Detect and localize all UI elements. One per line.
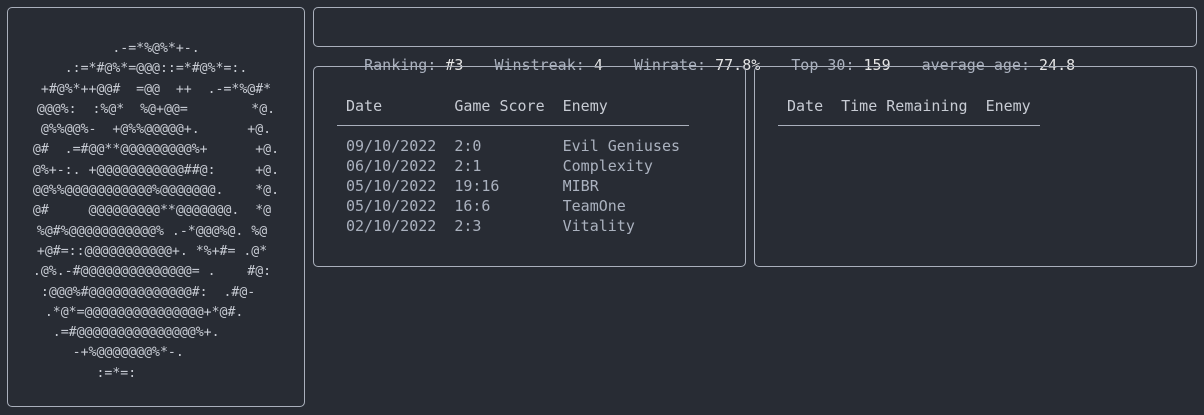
table-row: 05/10/2022 19:16 MIBR: [337, 176, 689, 196]
column-header-enemy: Enemy: [976, 97, 1040, 126]
cell-date: 09/10/2022: [346, 137, 437, 155]
column-header-date: Date: [337, 97, 446, 126]
team-logo-panel: .-=*%@%*+-. .:=*#@%*=@@@::=*#@%*=:. +#@%…: [7, 7, 305, 407]
results-body: 09/10/2022 2:0 Evil Geniuses 06/10/2022 2:1 C…: [337, 126, 689, 237]
ascii-team-logo: .-=*%@%*+-. .:=*#@%*=@@@::=*#@%*=:. +#@%…: [32, 41, 280, 381]
cell-enemy: Vitality: [562, 217, 635, 235]
table-row: 02/10/2022 2:3 Vitality: [337, 216, 689, 236]
table-header-row: Date Game Score Enemy: [337, 97, 690, 126]
table-row: 05/10/2022 16:6 TeamOne: [337, 196, 689, 216]
column-header-time-remaining: Time Remaining: [832, 97, 977, 126]
cell-game-score: 2:1: [454, 157, 482, 175]
cell-date: 02/10/2022: [346, 217, 437, 235]
cell-enemy: Evil Geniuses: [562, 137, 681, 155]
cell-game-score: 19:16: [454, 177, 500, 195]
recent-results-panel: Date Game Score Enemy 09/10/2022 2:0 Evil …: [313, 66, 746, 267]
table-row: 09/10/2022 2:0 Evil Geniuses: [337, 126, 689, 157]
table-header-row: Date Time Remaining Enemy: [778, 97, 1040, 126]
cell-date: 05/10/2022: [346, 197, 437, 215]
cell-game-score: 2:0: [454, 137, 482, 155]
cell-enemy: TeamOne: [562, 197, 626, 215]
team-stats-bar: Ranking: #3 Winstreak: 4 Winrate: 77.8% Top…: [313, 7, 1197, 74]
cell-date: 06/10/2022: [346, 157, 437, 175]
stats-row: Ranking: #3 Winstreak: 4 Winrate: 77.8% Top…: [328, 8, 1106, 74]
table-row: 06/10/2022 2:1 Complexity: [337, 156, 689, 176]
column-header-game-score: Game Score: [445, 97, 554, 126]
upcoming-matches-panel: Date Time Remaining Enemy: [754, 66, 1197, 267]
cell-date: 05/10/2022: [346, 177, 437, 195]
cell-enemy: MIBR: [562, 177, 599, 195]
cell-game-score: 2:3: [454, 217, 482, 235]
recent-results-table: Date Game Score Enemy 09/10/2022 2:0 Evil …: [337, 97, 690, 237]
column-header-enemy: Enemy: [553, 97, 690, 126]
cell-enemy: Complexity: [562, 157, 653, 175]
upcoming-matches-table: Date Time Remaining Enemy: [778, 97, 1040, 126]
cell-game-score: 16:6: [454, 197, 491, 215]
column-header-date: Date: [778, 97, 833, 126]
